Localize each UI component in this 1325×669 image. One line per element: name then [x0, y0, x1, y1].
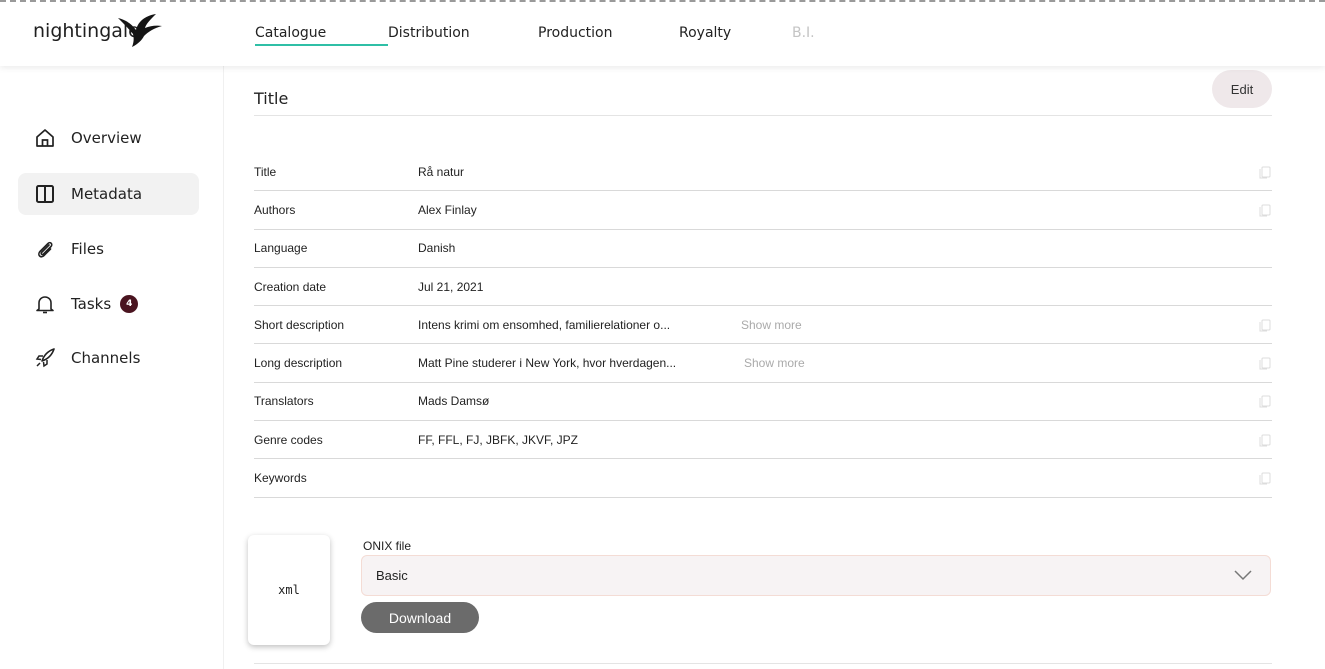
sidebar: Overview Metadata Files Tasks 4 Channels	[0, 66, 224, 669]
sidebar-item-label: Tasks	[71, 295, 112, 313]
sidebar-item-label: Channels	[71, 349, 141, 367]
download-button[interactable]: Download	[361, 602, 479, 633]
rocket-icon	[33, 346, 57, 370]
sidebar-item-overview[interactable]: Overview	[18, 117, 199, 159]
row-label: Genre codes	[254, 432, 323, 447]
row-value: Rå natur	[418, 164, 465, 179]
sidebar-item-tasks[interactable]: Tasks 4	[18, 283, 199, 325]
show-more-link[interactable]: Show more	[744, 356, 805, 370]
nightingale-bird-icon[interactable]	[116, 14, 164, 48]
nav-tab-catalogue[interactable]: Catalogue	[255, 0, 388, 66]
nav-tab-production[interactable]: Production	[538, 0, 679, 66]
row-label: Creation date	[254, 279, 327, 294]
metadata-row-long-description: Long description Matt Pine studerer i Ne…	[254, 344, 1272, 383]
copy-icon[interactable]	[1258, 318, 1272, 332]
metadata-row-short-description: Short description Intens krimi om ensomh…	[254, 306, 1272, 345]
metadata-row-language: Language Danish	[254, 230, 1272, 268]
columns-icon	[33, 182, 57, 206]
row-label: Authors	[254, 202, 296, 217]
top-bar: nightingale Catalogue Distribution Produ…	[0, 0, 1325, 66]
row-label: Keywords	[254, 471, 307, 486]
metadata-row-title: Title Rå natur	[254, 153, 1272, 192]
row-value: Alex Finlay	[418, 202, 477, 217]
metadata-row-genre-codes: Genre codes FF, FFL, FJ, JBFK, JKVF, JPZ	[254, 421, 1272, 460]
chevron-down-icon	[1234, 570, 1252, 581]
row-label: Translators	[254, 394, 314, 409]
show-more-link[interactable]: Show more	[741, 318, 802, 332]
sidebar-item-channels[interactable]: Channels	[18, 337, 199, 379]
metadata-row-translators: Translators Mads Damsø	[254, 383, 1272, 422]
metadata-row-creation-date: Creation date Jul 21, 2021	[254, 268, 1272, 307]
paperclip-icon	[33, 237, 57, 261]
row-value: Matt Pine studerer i New York, hvor hver…	[418, 356, 677, 371]
copy-icon[interactable]	[1258, 433, 1272, 447]
nav-tab-distribution[interactable]: Distribution	[388, 0, 538, 66]
copy-icon[interactable]	[1258, 471, 1272, 485]
row-value: FF, FFL, FJ, JBFK, JKVF, JPZ	[418, 432, 579, 447]
row-value: Jul 21, 2021	[418, 279, 484, 294]
xml-file-card[interactable]: xml	[248, 535, 330, 645]
main-content: Title Edit Title Rå natur Authors Alex F…	[240, 66, 1325, 669]
tasks-count-badge: 4	[120, 295, 139, 313]
onix-file-label: ONIX file	[363, 539, 412, 553]
sidebar-item-files[interactable]: Files	[18, 228, 199, 270]
metadata-row-authors: Authors Alex Finlay	[254, 191, 1272, 230]
sidebar-item-label: Overview	[71, 129, 142, 147]
section-title: Title	[254, 89, 289, 108]
sidebar-item-label: Metadata	[71, 185, 143, 203]
row-value: Danish	[418, 241, 456, 256]
row-label: Short description	[254, 317, 345, 332]
copy-icon[interactable]	[1258, 203, 1272, 217]
copy-icon[interactable]	[1258, 165, 1272, 179]
edit-button[interactable]: Edit	[1212, 70, 1272, 108]
section-divider	[254, 115, 1272, 116]
row-label: Language	[254, 241, 308, 256]
sidebar-item-metadata[interactable]: Metadata	[18, 173, 199, 215]
onix-type-select[interactable]: Basic	[361, 555, 1271, 596]
onix-selected-value: Basic	[376, 568, 408, 583]
copy-icon[interactable]	[1258, 394, 1272, 408]
row-label: Long description	[254, 356, 343, 371]
metadata-table: Title Rå natur Authors Alex Finlay Langu…	[254, 153, 1272, 498]
copy-icon[interactable]	[1258, 356, 1272, 370]
bell-icon	[33, 292, 57, 316]
metadata-row-keywords: Keywords	[254, 459, 1272, 498]
row-value: Mads Damsø	[418, 394, 490, 409]
sidebar-item-label: Files	[71, 240, 104, 258]
nav-tab-royalty[interactable]: Royalty	[679, 0, 792, 66]
home-icon	[33, 126, 57, 150]
bottom-divider	[254, 663, 1272, 664]
row-value: Intens krimi om ensomhed, familierelatio…	[418, 317, 671, 332]
nav-tab-bi: B.I.	[792, 25, 815, 41]
row-label: Title	[254, 164, 277, 179]
top-nav: Catalogue Distribution Production Royalt…	[255, 0, 852, 66]
